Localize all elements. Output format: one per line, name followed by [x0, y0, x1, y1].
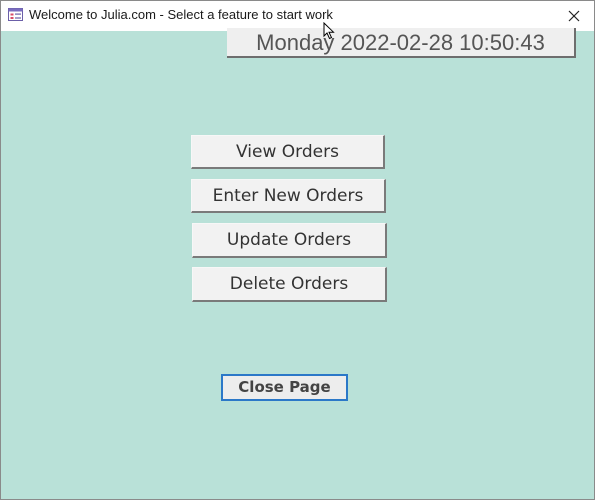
view-orders-button[interactable]: View Orders: [191, 135, 385, 169]
update-orders-button[interactable]: Update Orders: [192, 223, 387, 258]
delete-orders-button[interactable]: Delete Orders: [192, 267, 387, 302]
enter-new-orders-button[interactable]: Enter New Orders: [191, 179, 386, 213]
mouse-pointer-icon: [323, 22, 335, 40]
window-title: Welcome to Julia.com - Select a feature …: [29, 7, 333, 22]
close-page-button[interactable]: Close Page: [221, 374, 348, 401]
datetime-display: Monday 2022-02-28 10:50:43: [227, 28, 576, 58]
form-window-icon: [8, 8, 23, 21]
title-bar: Welcome to Julia.com - Select a feature …: [1, 1, 594, 31]
app-window: Welcome to Julia.com - Select a feature …: [0, 0, 595, 500]
close-icon[interactable]: [562, 4, 586, 28]
